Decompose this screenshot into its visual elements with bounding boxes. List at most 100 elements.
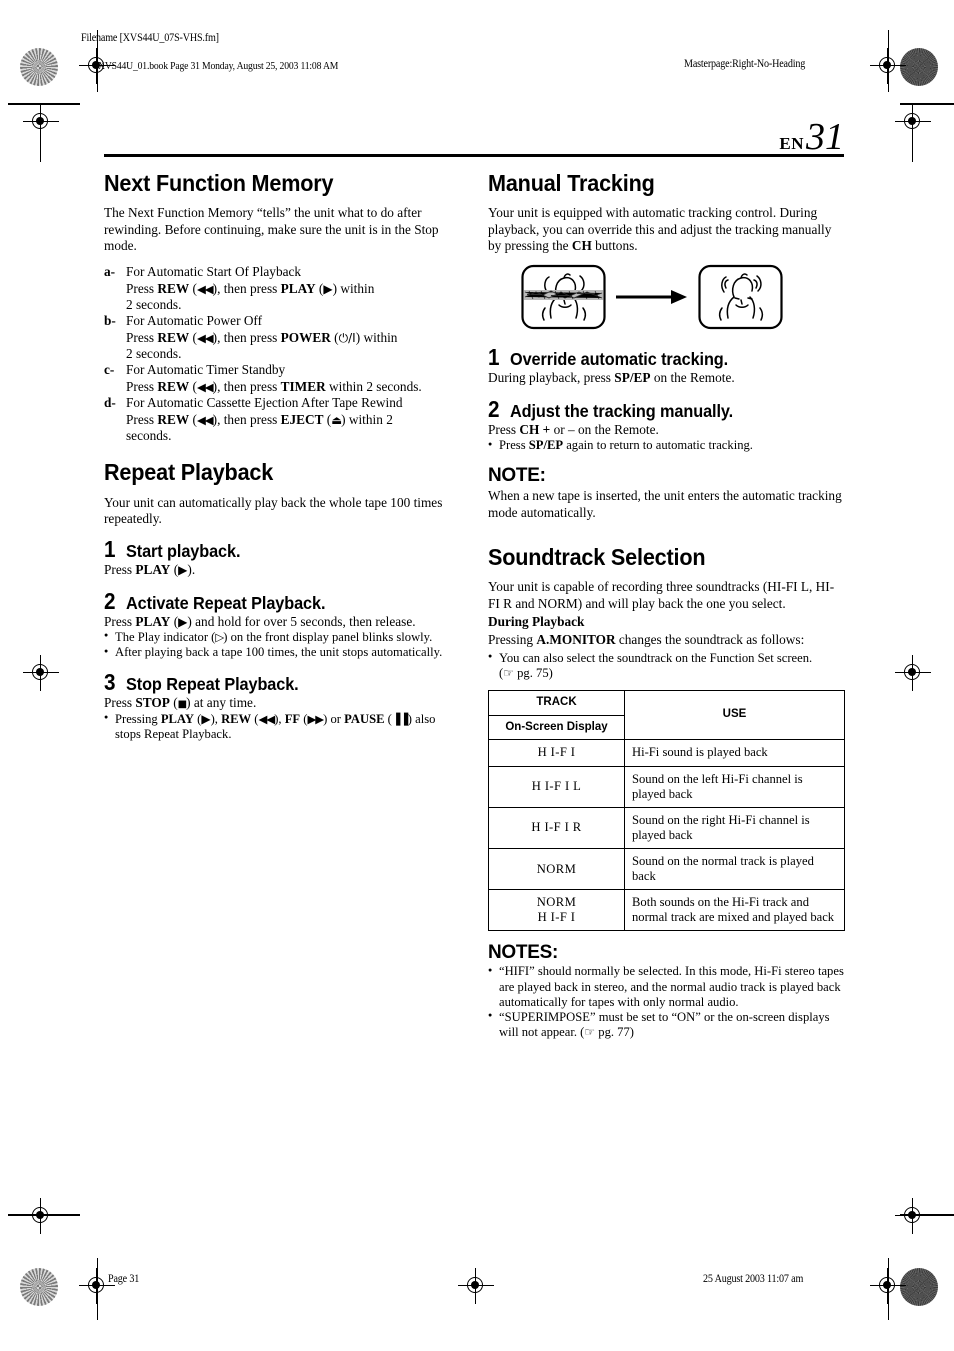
page-content: EN31 Next Function Memory The Next Funct… xyxy=(104,118,845,1040)
list-item: a- For Automatic Start Of Playback Press… xyxy=(104,264,460,313)
two-column-layout: Next Function Memory The Next Function M… xyxy=(104,170,845,1040)
press-word: Press xyxy=(104,613,136,629)
tv-screen-clean xyxy=(698,265,783,330)
list-item-body: For Automatic Cassette Ejection After Ta… xyxy=(126,395,460,444)
step-title: Adjust the tracking manually. xyxy=(510,400,734,421)
or-word: or xyxy=(327,711,345,726)
list-item-body: For Automatic Start Of Playback Press RE… xyxy=(126,264,460,313)
table-cell-use: Hi-Fi sound is played back xyxy=(624,739,845,767)
footer-timestamp: 25 August 2003 11:07 am xyxy=(703,1273,804,1285)
button-eject: EJECT xyxy=(280,411,324,427)
registration-mark-corner-bottom-right xyxy=(895,1198,931,1234)
step-1-tracking: 1 Override automatic tracking. xyxy=(488,346,844,369)
note-text-post: ) xyxy=(629,1024,634,1039)
button-a-monitor: A.MONITOR xyxy=(536,632,616,648)
note-hifi: “HIFI” should normally be selected. In t… xyxy=(488,964,844,1009)
list-item-line2: Press REW (◀◀), then press PLAY (▶) with… xyxy=(126,280,375,296)
rew-icon: ◀◀ xyxy=(196,330,214,345)
crop-tick-top-right-vertical xyxy=(912,122,913,162)
step-number: 2 xyxy=(488,395,500,422)
during-playback-heading: During Playback xyxy=(488,613,585,629)
crop-rule-bottom-left xyxy=(8,1214,80,1216)
button-timer: TIMER xyxy=(280,378,326,394)
soundtrack-table: TRACK USE On-Screen Display H I-F I Hi-F… xyxy=(488,689,845,932)
button-rew: REW xyxy=(157,329,190,345)
crop-rule-top-right xyxy=(900,103,954,105)
step-3-suffix: ) at any time. xyxy=(186,695,257,711)
button-ff: FF xyxy=(284,711,301,726)
pause-icon: ▐▐ xyxy=(391,712,408,726)
bullet-text: You can also select the soundtrack on th… xyxy=(499,650,813,665)
soundtrack-notes: “HIFI” should normally be selected. In t… xyxy=(488,964,844,1040)
rew-icon: ◀◀ xyxy=(196,379,214,394)
list-item-line2: Press REW (◀◀), then press EJECT (⏏) wit… xyxy=(126,411,393,427)
then-press-text: , then press xyxy=(217,411,281,427)
step-2-tracking-body: Press CH + or – on the Remote. xyxy=(488,422,844,438)
bullet-text-post: again to return to automatic tracking. xyxy=(563,438,753,453)
table-row: H I-F I Hi-Fi sound is played back xyxy=(488,739,845,767)
note-superimpose: “SUPERIMPOSE” must be set to “ON” or the… xyxy=(488,1009,844,1040)
press-word: Press xyxy=(126,411,158,427)
crop-line-right-vertical-bottom xyxy=(888,1258,889,1320)
step-number: 3 xyxy=(104,669,116,696)
tracking-illustration-svg xyxy=(521,265,783,330)
list-item-line1: For Automatic Power Off xyxy=(126,313,263,329)
right-column: Manual Tracking Your unit is equipped wi… xyxy=(488,170,845,1040)
table-cell-use: Sound on the left Hi-Fi channel is playe… xyxy=(624,765,845,808)
pressing-text-pre: Pressing xyxy=(488,632,537,648)
book-info-line: XVS44U_01.book Page 31 Monday, August 25… xyxy=(98,60,339,72)
button-rew: REW xyxy=(157,411,190,427)
intro-text-post: buttons. xyxy=(591,238,638,254)
table-header-use: USE xyxy=(624,689,845,741)
list-item-key: a- xyxy=(104,264,116,280)
pointing-hand-icon: ☞ xyxy=(503,665,514,680)
bullet-text-post: ) on the front display panel blinks slow… xyxy=(223,629,433,644)
press-word: Press xyxy=(126,280,158,296)
table-cell-code: H I-F I L xyxy=(488,765,625,808)
registration-mark-mid-right xyxy=(895,655,931,691)
table-row: NORM Sound on the normal track is played… xyxy=(488,847,845,891)
body-text-pre: Press xyxy=(488,421,520,437)
button-play: PLAY xyxy=(135,613,171,629)
list-item-key: d- xyxy=(104,395,116,411)
button-rew: REW xyxy=(221,711,252,726)
next-function-memory-intro: The Next Function Memory “tells” the uni… xyxy=(104,205,439,254)
press-word: Press xyxy=(104,562,136,578)
step-title: Override automatic tracking. xyxy=(510,349,729,370)
bullet-auto-stop: After playing back a tape 100 times, the… xyxy=(104,645,460,660)
filename-label: Filename [XVS44U_07S-VHS.fm] xyxy=(81,32,219,44)
step-title: Activate Repeat Playback. xyxy=(126,592,326,613)
button-play: PLAY xyxy=(280,280,316,296)
folio: EN31 xyxy=(104,118,844,156)
step-number: 2 xyxy=(104,587,116,614)
tracking-noise-band xyxy=(524,290,603,301)
table-header-track: TRACK xyxy=(488,689,625,716)
list-item: c- For Automatic Timer Standby Press REW… xyxy=(104,362,460,395)
bullet-other-buttons: Pressing PLAY (▶), REW (◀◀), FF (▶▶) or … xyxy=(104,711,460,742)
step-2-repeat: 2 Activate Repeat Playback. xyxy=(104,587,460,614)
soundtrack-bullets: You can also select the soundtrack on th… xyxy=(488,650,844,681)
body-text-post: or – on the Remote. xyxy=(550,421,659,437)
bullet-function-set: You can also select the soundtrack on th… xyxy=(488,650,844,681)
table-header-row-1: TRACK USE xyxy=(488,689,845,741)
crop-line-right-vertical xyxy=(888,30,889,92)
body-text-post: on the Remote. xyxy=(650,370,735,386)
arrow-right-icon xyxy=(616,290,687,305)
table-cell-code: H I-F I R xyxy=(488,806,625,850)
page-reference: pg. 75 xyxy=(517,665,549,680)
step-1-body: Press PLAY (▶). xyxy=(104,562,196,578)
button-rew: REW xyxy=(157,378,190,394)
rew-icon: ◀◀ xyxy=(196,281,214,296)
press-word: Press xyxy=(126,378,158,394)
step-title: Start playback. xyxy=(126,541,241,562)
rew-icon: ◀◀ xyxy=(258,711,276,726)
button-play: PLAY xyxy=(135,562,171,578)
step-3-bullets: Pressing PLAY (▶), REW (◀◀), FF (▶▶) or … xyxy=(104,711,460,742)
step-2-tracking: 2 Adjust the tracking manually. xyxy=(488,395,844,422)
tv-screen-with-tracking-noise xyxy=(521,265,606,330)
line2-suffix: within xyxy=(337,280,375,296)
heading-soundtrack-selection: Soundtrack Selection xyxy=(488,543,706,570)
crop-rule-bottom-right xyxy=(900,1214,954,1216)
list-item-line1: For Automatic Start Of Playback xyxy=(126,264,302,280)
table-cell-code: H I-F I xyxy=(488,739,625,767)
